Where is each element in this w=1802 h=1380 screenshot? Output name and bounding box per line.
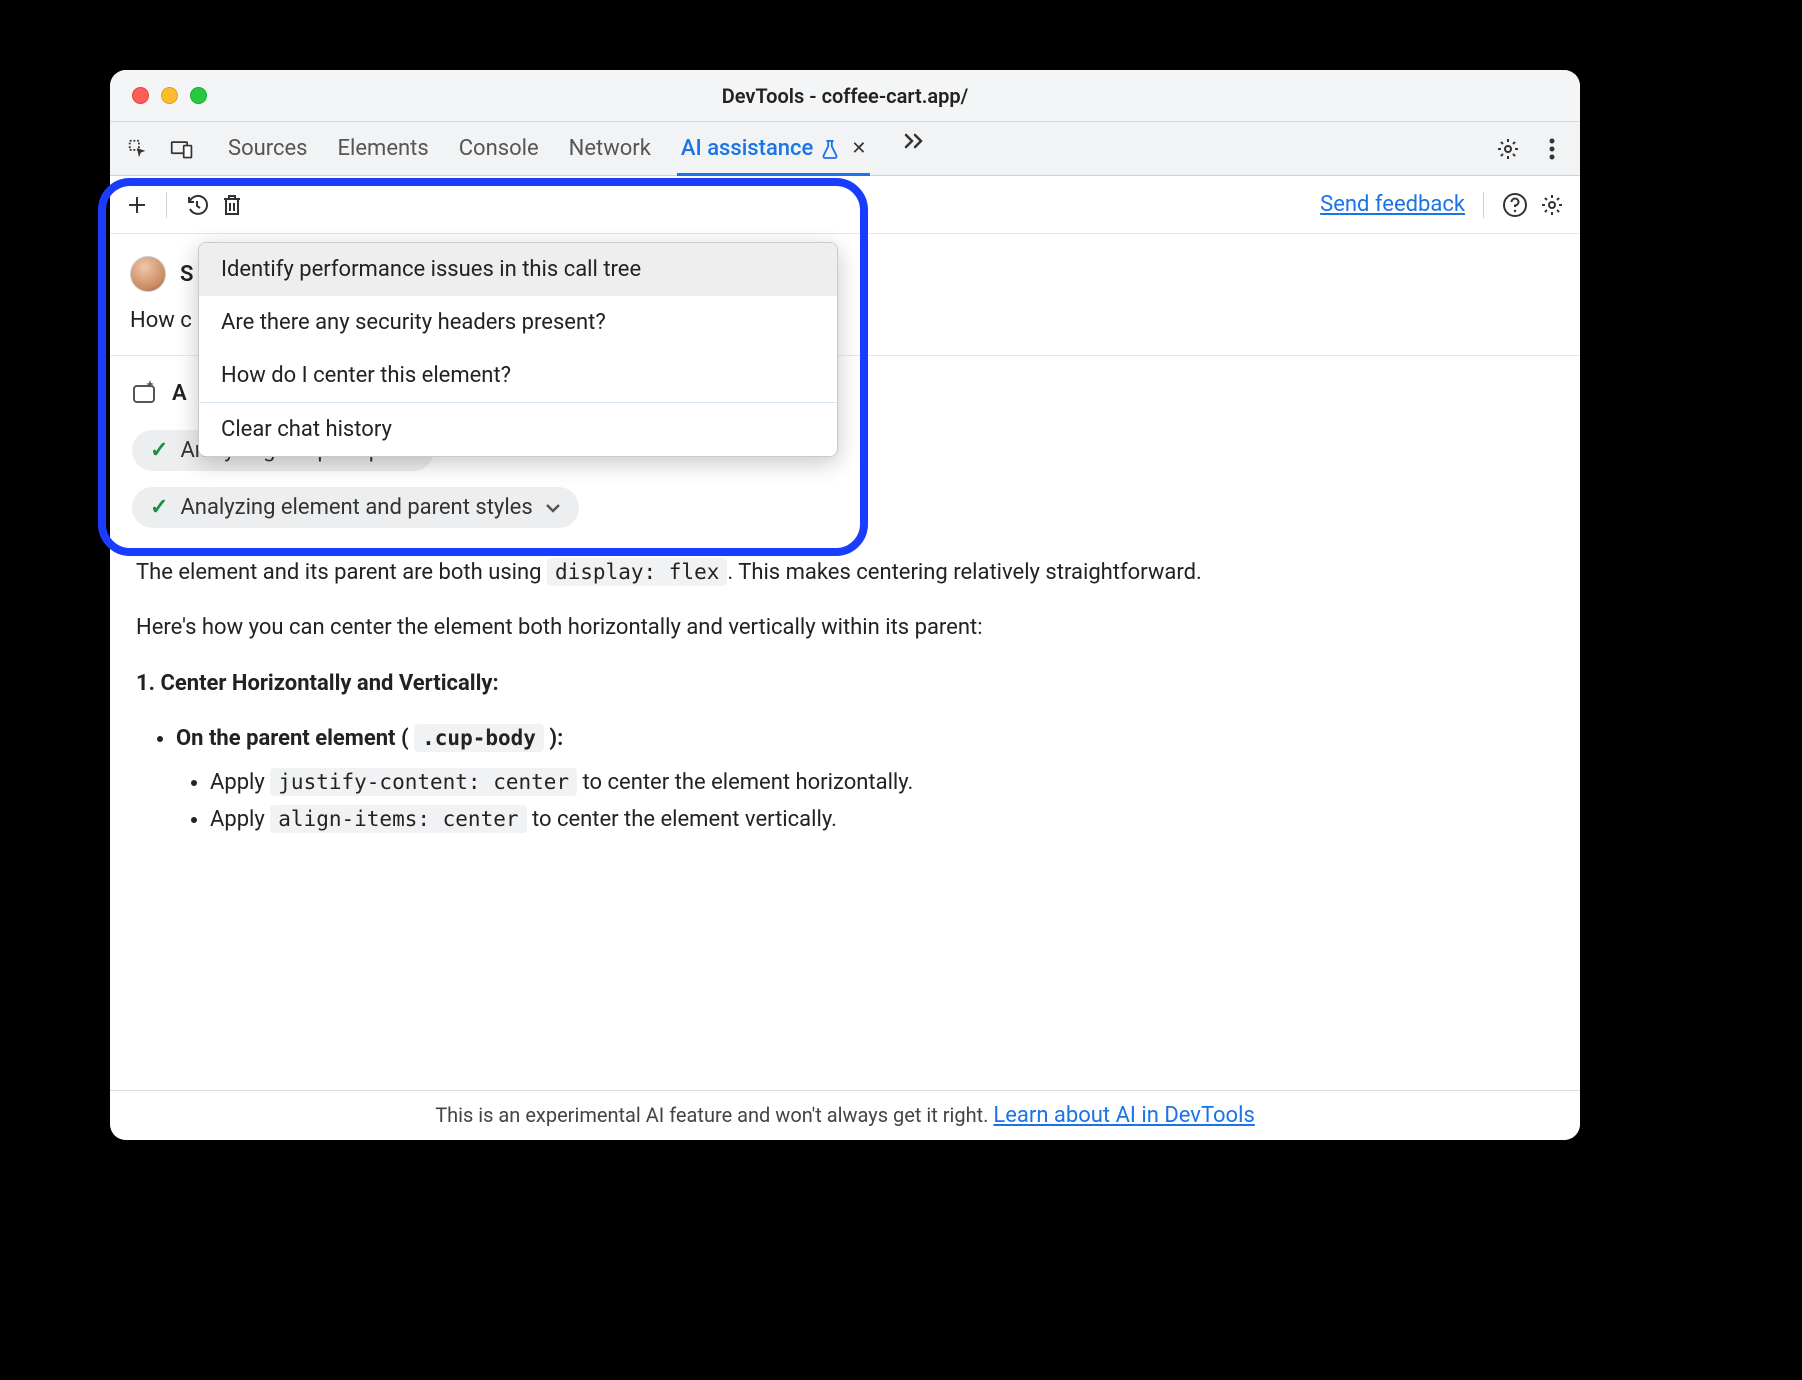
kebab-menu-icon[interactable] bbox=[1534, 131, 1570, 167]
window-zoom-button[interactable] bbox=[190, 87, 207, 104]
code-display-flex: display: flex bbox=[547, 558, 727, 586]
history-button[interactable] bbox=[185, 193, 209, 217]
traffic-lights bbox=[110, 87, 207, 104]
tab-network[interactable]: Network bbox=[569, 122, 651, 175]
flask-icon bbox=[821, 139, 839, 159]
history-item[interactable]: Are there any security headers present? bbox=[199, 296, 837, 349]
window-minimize-button[interactable] bbox=[161, 87, 178, 104]
settings-gear-icon[interactable] bbox=[1490, 131, 1526, 167]
device-toolbar-icon[interactable] bbox=[164, 131, 200, 167]
devtools-tabbar: Sources Elements Console Network AI assi… bbox=[110, 122, 1580, 176]
footer-disclaimer: This is an experimental AI feature and w… bbox=[110, 1090, 1580, 1140]
history-item[interactable]: Identify performance issues in this call… bbox=[199, 243, 837, 296]
window-close-button[interactable] bbox=[132, 87, 149, 104]
help-icon[interactable] bbox=[1502, 192, 1528, 218]
ai-response-content: The element and its parent are both usin… bbox=[110, 536, 1580, 870]
list-item: Apply justify-content: center to center … bbox=[210, 764, 1554, 801]
history-dropdown: Identify performance issues in this call… bbox=[198, 242, 838, 457]
user-avatar bbox=[130, 256, 166, 292]
code-cup-body: .cup-body bbox=[414, 724, 544, 752]
chevron-down-icon bbox=[545, 503, 561, 513]
ai-sparkle-icon bbox=[130, 378, 160, 408]
more-tabs-icon[interactable] bbox=[896, 122, 932, 158]
ai-label-initial: A bbox=[172, 381, 187, 406]
devtools-window: DevTools - coffee-cart.app/ Sources Elem… bbox=[110, 70, 1580, 1140]
list-item: On the parent element ( .cup-body ): App… bbox=[176, 720, 1554, 838]
new-chat-button[interactable] bbox=[126, 194, 148, 216]
list-item: Apply align-items: center to center the … bbox=[210, 801, 1554, 838]
response-paragraph-2: Here's how you can center the element bo… bbox=[136, 609, 1554, 646]
tab-console[interactable]: Console bbox=[459, 122, 539, 175]
clear-history-item[interactable]: Clear chat history bbox=[199, 403, 837, 456]
check-icon: ✓ bbox=[150, 438, 168, 463]
delete-button[interactable] bbox=[221, 193, 243, 217]
response-paragraph-1: The element and its parent are both usin… bbox=[136, 554, 1554, 591]
toolbar-separator bbox=[166, 192, 167, 218]
tab-sources[interactable]: Sources bbox=[228, 122, 308, 175]
check-icon: ✓ bbox=[150, 495, 168, 520]
tab-ai-assistance[interactable]: AI assistance ✕ bbox=[681, 122, 867, 175]
window-title: DevTools - coffee-cart.app/ bbox=[110, 84, 1580, 108]
response-list: On the parent element ( .cup-body ): App… bbox=[176, 720, 1554, 838]
response-heading-1: 1. Center Horizontally and Vertically: bbox=[136, 665, 1554, 702]
code-justify-content: justify-content: center bbox=[270, 768, 577, 796]
code-align-items: align-items: center bbox=[270, 805, 526, 833]
tabs-list: Sources Elements Console Network AI assi… bbox=[228, 122, 932, 175]
ai-panel-toolbar: Send feedback bbox=[110, 176, 1580, 234]
inspect-icon[interactable] bbox=[120, 131, 156, 167]
history-item[interactable]: How do I center this element? bbox=[199, 349, 837, 402]
send-feedback-link[interactable]: Send feedback bbox=[1320, 192, 1465, 217]
toolbar-separator-2 bbox=[1483, 192, 1484, 218]
tab-ai-label: AI assistance bbox=[681, 136, 813, 161]
titlebar: DevTools - coffee-cart.app/ bbox=[110, 70, 1580, 122]
step-pill-analyzing-styles[interactable]: ✓ Analyzing element and parent styles bbox=[132, 487, 579, 528]
step-label: Analyzing element and parent styles bbox=[180, 495, 532, 520]
disclaimer-text: This is an experimental AI feature and w… bbox=[435, 1103, 993, 1127]
user-name-initial: S bbox=[180, 262, 193, 287]
close-tab-icon[interactable]: ✕ bbox=[851, 138, 866, 159]
tab-elements[interactable]: Elements bbox=[338, 122, 429, 175]
learn-more-link[interactable]: Learn about AI in DevTools bbox=[993, 1103, 1254, 1128]
panel-settings-icon[interactable] bbox=[1540, 193, 1564, 217]
